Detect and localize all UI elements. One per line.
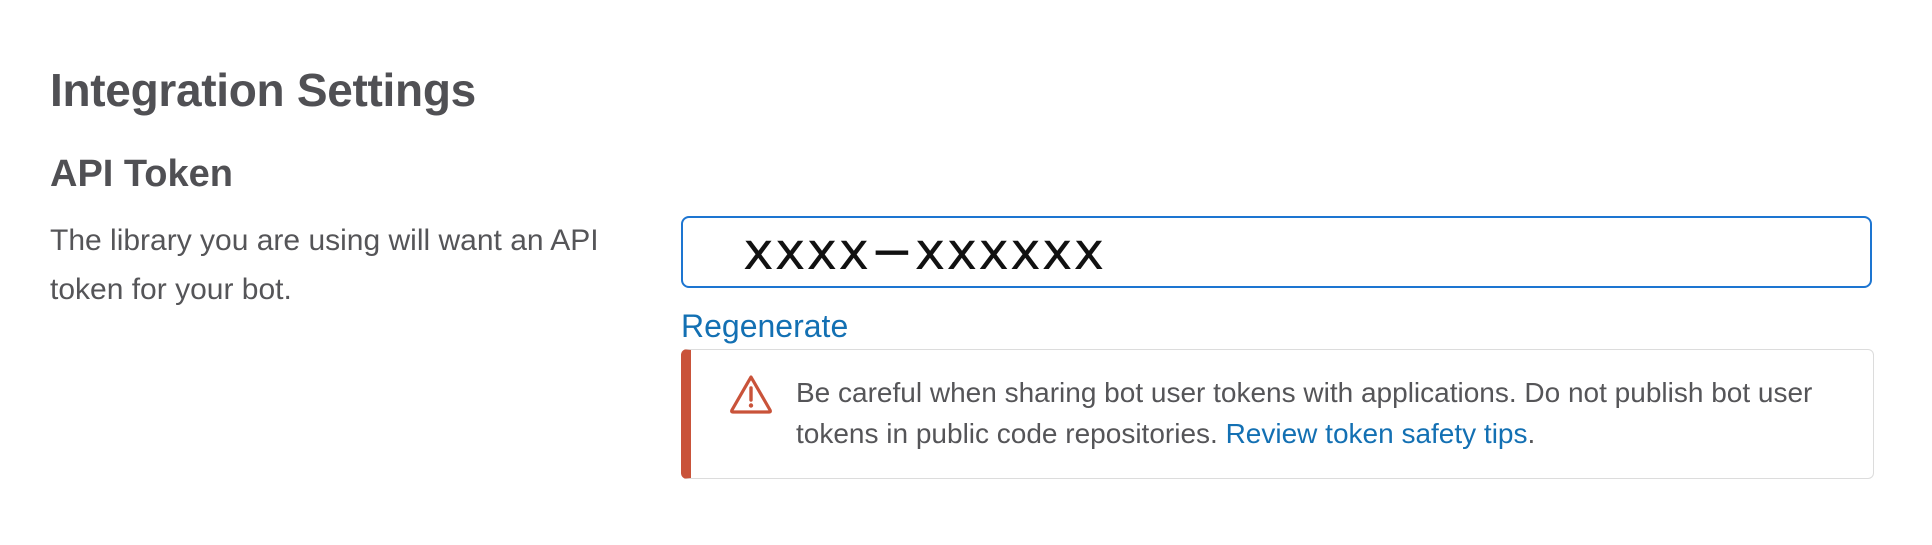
- review-token-safety-tips-link[interactable]: Review token safety tips: [1226, 418, 1528, 449]
- token-warning-callout: Be careful when sharing bot user tokens …: [681, 349, 1874, 479]
- warning-triangle-icon: [729, 374, 773, 414]
- warning-text-end: .: [1527, 418, 1536, 449]
- api-token-field[interactable]: xxxx−xxxxxx: [681, 216, 1872, 288]
- regenerate-link[interactable]: Regenerate: [681, 304, 848, 348]
- api-token-description: The library you are using will want an A…: [50, 224, 599, 306]
- api-token-value: xxxx−xxxxxx: [743, 222, 1106, 282]
- api-token-heading: API Token: [50, 153, 233, 195]
- page-title: Integration Settings: [50, 64, 476, 116]
- warning-message: Be careful when sharing bot user tokens …: [796, 372, 1856, 454]
